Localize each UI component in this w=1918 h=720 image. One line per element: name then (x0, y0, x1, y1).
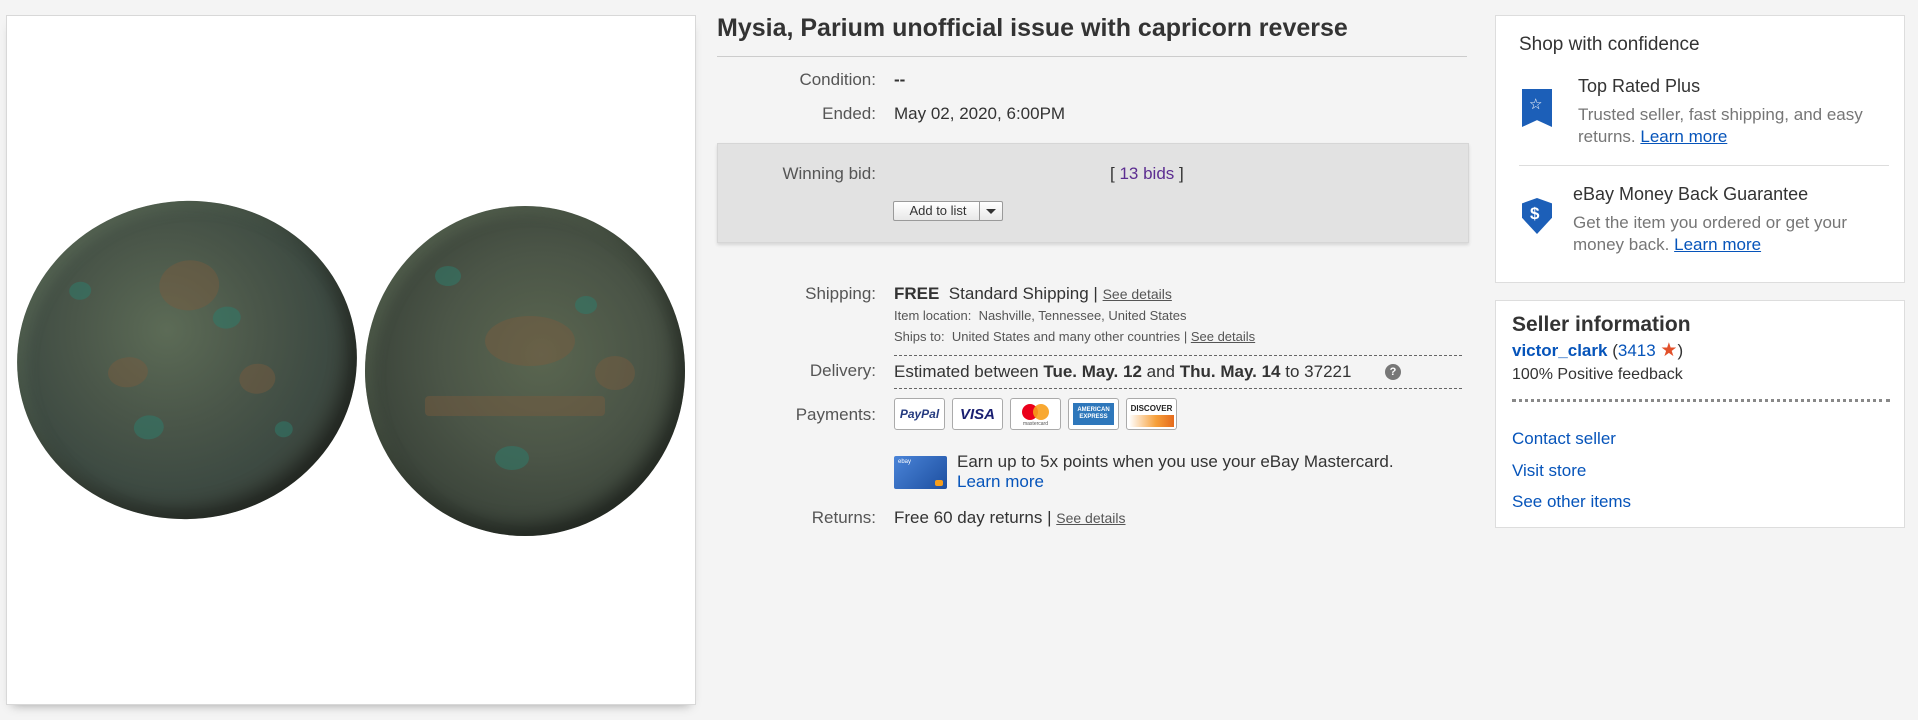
promo-learn-more-link[interactable]: Learn more (957, 472, 1044, 491)
shop-confidence-divider (1519, 165, 1889, 166)
ended-label: Ended: (822, 104, 876, 123)
item-location-value: Nashville, Tennessee, United States (978, 308, 1187, 323)
money-back-title: eBay Money Back Guarantee (1573, 184, 1809, 204)
paypal-icon: PayPal (894, 398, 945, 430)
ships-to-separator: | (1183, 329, 1188, 344)
returns-value: Free 60 day returns (894, 508, 1043, 527)
delivery-zip: 37221 (1304, 362, 1352, 381)
bid-count-open: [ (1110, 164, 1115, 183)
visa-icon-text: VISA (959, 406, 995, 423)
item-location: Item location: Nashville, Tennessee, Uni… (894, 308, 1186, 323)
returns-label: Returns: (811, 508, 876, 527)
ended-separator: , (997, 104, 1002, 123)
seller-positive-feedback: 100% Positive feedback (1512, 366, 1683, 383)
shipping-see-details-link[interactable]: See details (1103, 286, 1172, 302)
ebay-mastercard-icon: ebay (894, 456, 947, 489)
returns-see-details-link[interactable]: See details (1056, 510, 1125, 526)
ships-to-see-details-link[interactable]: See details (1191, 329, 1255, 344)
visa-icon: VISA (952, 398, 1003, 430)
discover-icon-text: DISCOVER (1130, 404, 1173, 413)
winning-bid-label: Winning bid: (782, 164, 876, 183)
delivery-divider (894, 388, 1462, 389)
ended-date: May 02, 2020 (894, 104, 998, 123)
money-back-desc-block: Get the item you ordered or get your mon… (1573, 212, 1888, 256)
shipping-free: FREE (894, 284, 940, 303)
delivery-value: Estimated between Tue. May. 12 and Thu. … (894, 362, 1351, 382)
promo-message: Earn up to 5x points when you use your e… (957, 452, 1394, 471)
seller-info-heading: Seller information (1512, 313, 1691, 336)
delivery-to: to (1285, 362, 1300, 381)
mastercard-icon-text: mastercard (1022, 421, 1048, 427)
shipping-value: FREE Standard Shipping | See details (894, 284, 1172, 304)
payments-label: Payments: (795, 405, 876, 424)
shipping-separator: | (1093, 284, 1098, 303)
bid-count: [ 13 bids ] (1110, 164, 1184, 184)
item-image-panel[interactable] (1, 15, 696, 705)
title-divider (717, 56, 1467, 57)
visit-store-link[interactable]: Visit store (1512, 461, 1586, 481)
delivery-and: and (1146, 362, 1176, 381)
add-to-list-label: Add to list (909, 203, 967, 218)
ebay-mastercard-icon-text: ebay (898, 459, 912, 465)
condition-label: Condition: (799, 70, 876, 89)
top-rated-desc-block: Trusted seller, fast shipping, and easy … (1578, 104, 1888, 148)
ships-to: Ships to: United States and many other c… (894, 329, 1255, 344)
ships-to-label: Ships to: (894, 329, 945, 344)
help-icon[interactable]: ? (1385, 364, 1401, 380)
add-to-list-button[interactable]: Add to list (893, 201, 1003, 221)
see-other-items-link[interactable]: See other items (1512, 492, 1631, 512)
seller-divider (1512, 399, 1890, 402)
seller-name-link[interactable]: victor_clark (1512, 341, 1607, 360)
amex-icon-text: AMERICAN EXPRESS (1077, 407, 1110, 420)
coin-obverse-image (1, 184, 373, 536)
winning-bid-box (717, 143, 1469, 243)
shop-with-confidence-panel: Shop with confidence ☆ Top Rated Plus Tr… (1495, 15, 1905, 283)
item-location-label: Item location: (894, 308, 972, 323)
ended-value: May 02, 2020, 6:00PM (894, 104, 1065, 124)
returns-separator: | (1047, 508, 1052, 527)
delivery-label: Delivery: (809, 361, 876, 380)
ships-to-value: United States and many other countries (951, 329, 1181, 344)
top-rated-learn-more-link[interactable]: Learn more (1640, 127, 1727, 146)
seller-identity: victor_clark (3413 ★) (1512, 339, 1683, 362)
discover-icon: DISCOVER (1126, 398, 1177, 430)
seller-score-close: ) (1677, 341, 1684, 360)
seller-feedback-score[interactable]: 3413 (1618, 341, 1656, 360)
add-to-list-dropdown-icon[interactable] (979, 202, 1002, 220)
top-rated-title: Top Rated Plus (1578, 76, 1701, 96)
item-title: Mysia, Parium unofficial issue with capr… (717, 14, 1348, 42)
delivery-date-start: Tue. May. 12 (1043, 362, 1142, 381)
coin-reverse-image (365, 206, 685, 536)
shipping-method: Standard Shipping (948, 284, 1089, 303)
returns-value-row: Free 60 day returns | See details (894, 508, 1126, 528)
delivery-prefix: Estimated between (894, 362, 1039, 381)
money-back-shield-icon: $ (1522, 198, 1552, 234)
seller-information-panel: Seller information victor_clark (3413 ★)… (1495, 300, 1905, 528)
ended-time: 6:00PM (1006, 104, 1066, 123)
money-back-learn-more-link[interactable]: Learn more (1674, 235, 1761, 254)
contact-seller-link[interactable]: Contact seller (1512, 429, 1616, 449)
delivery-date-end: Thu. May. 14 (1179, 362, 1281, 381)
bid-count-close: ] (1179, 164, 1184, 183)
mastercard-icon: mastercard (1010, 398, 1061, 430)
shop-confidence-heading: Shop with confidence (1519, 34, 1700, 55)
shipping-label: Shipping: (805, 284, 876, 303)
paypal-icon-text: PayPal (899, 407, 940, 421)
feedback-star-icon: ★ (1660, 340, 1678, 361)
top-rated-badge-icon: ☆ (1522, 89, 1552, 127)
shipping-divider (894, 355, 1462, 356)
condition-value: -- (894, 70, 906, 89)
bid-count-link[interactable]: 13 bids (1119, 164, 1174, 183)
amex-icon: AMERICAN EXPRESS (1068, 398, 1119, 430)
promo-text: Earn up to 5x points when you use your e… (957, 452, 1457, 492)
